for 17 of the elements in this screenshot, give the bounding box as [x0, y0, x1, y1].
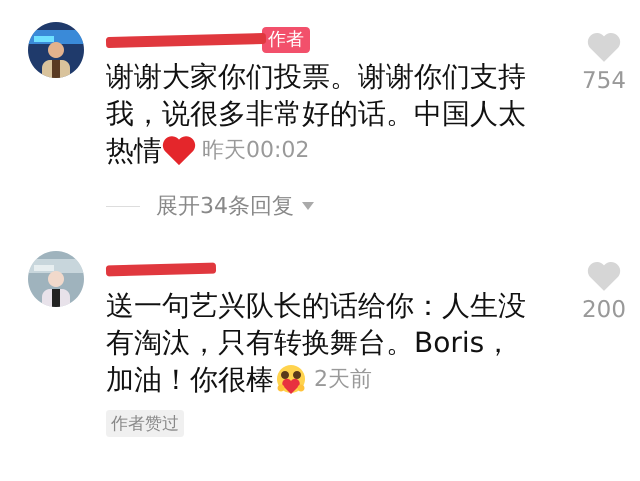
comment-text: 我，说很多非常好的话。中国人太: [106, 96, 526, 132]
heart-icon[interactable]: [587, 261, 621, 291]
like-count: 754: [582, 68, 626, 94]
like-count: 200: [582, 297, 626, 323]
author-badge: 作者: [262, 27, 310, 53]
heart-icon[interactable]: [587, 32, 621, 62]
comment-text: 加油！你很棒: [106, 362, 274, 398]
comment-text: 谢谢大家你们投票。谢谢你们支持: [106, 59, 526, 95]
heart-emoji-icon: [162, 134, 196, 166]
caret-icon: [302, 202, 314, 210]
comment-text: 有淘汰，只有转换舞台。Boris，: [106, 325, 512, 361]
comment-text: 送一句艺兴队长的话给你：人生没: [106, 288, 526, 324]
comment-time: 2天前: [314, 366, 372, 394]
author-liked-tag: 作者赞过: [106, 410, 184, 437]
comment-text: 热情: [106, 133, 162, 169]
expand-replies-link[interactable]: 展开34条回复: [106, 191, 546, 221]
comment-time: 昨天00:02: [202, 137, 310, 165]
